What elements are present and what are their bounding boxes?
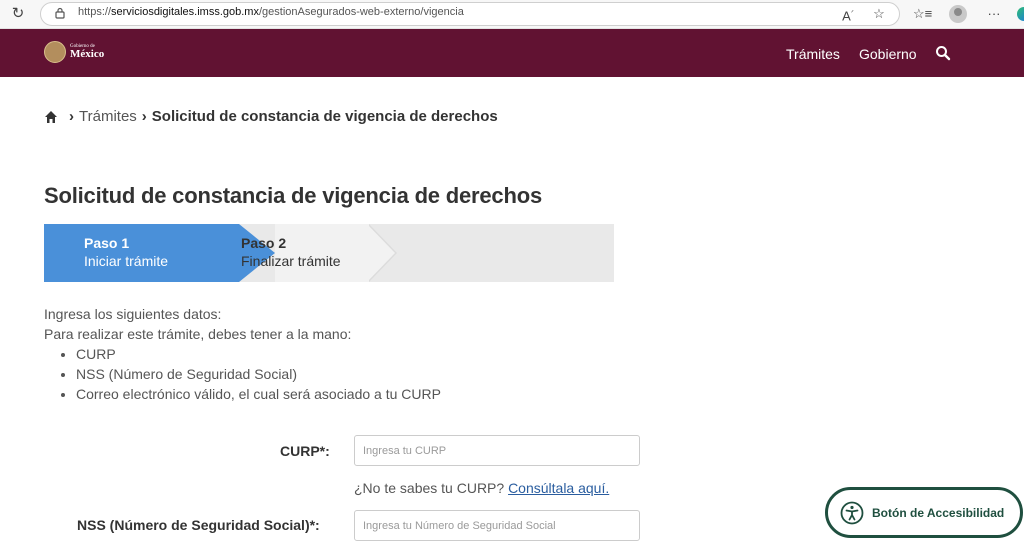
read-aloud-icon[interactable]: Aᐟ bbox=[839, 5, 857, 23]
favorites-list-icon[interactable]: ☆≡ bbox=[913, 5, 932, 23]
breadcrumb-current: Solicitud de constancia de vigencia de d… bbox=[151, 108, 498, 125]
curp-label: CURP*: bbox=[280, 443, 330, 459]
step-progress: Paso 1 Iniciar trámite Paso 2 Finalizar … bbox=[44, 224, 614, 282]
logo-big-text: México bbox=[70, 48, 105, 60]
accessibility-button-label: Botón de Accesibilidad bbox=[872, 505, 1005, 520]
edge-copilot-icon[interactable] bbox=[1017, 7, 1024, 21]
step-1-subtitle: Iniciar trámite bbox=[84, 253, 169, 269]
curp-input[interactable] bbox=[354, 435, 640, 466]
step-2: Paso 2 Finalizar trámite bbox=[241, 234, 341, 270]
reload-icon[interactable]: ↻ bbox=[9, 5, 27, 23]
home-icon[interactable] bbox=[44, 110, 58, 124]
step-2-title: Paso 2 bbox=[241, 235, 287, 251]
gobierno-mexico-logo[interactable]: Gobierno de México bbox=[44, 41, 104, 63]
step-1-title: Paso 1 bbox=[84, 235, 130, 251]
instructions-line-1: Ingresa los siguientes datos: bbox=[44, 306, 222, 322]
profile-avatar-icon[interactable] bbox=[949, 5, 967, 23]
list-item: NSS (Número de Seguridad Social) bbox=[76, 364, 441, 384]
step-2-arrow bbox=[367, 224, 395, 282]
requirements-list: CURP NSS (Número de Seguridad Social) Co… bbox=[76, 344, 441, 404]
favorite-star-icon[interactable]: ☆ bbox=[870, 5, 888, 23]
instructions: Ingresa los siguientes datos: Para reali… bbox=[44, 304, 441, 404]
nav-tramites[interactable]: Trámites bbox=[786, 46, 840, 62]
list-item: CURP bbox=[76, 344, 441, 364]
curp-hint-text: ¿No te sabes tu CURP? bbox=[354, 480, 505, 496]
nav-gobierno[interactable]: Gobierno bbox=[859, 46, 917, 62]
lock-icon bbox=[55, 7, 65, 19]
accessibility-button[interactable]: Botón de Accesibilidad bbox=[825, 487, 1023, 538]
curp-hint: ¿No te sabes tu CURP? Consúltala aquí. bbox=[354, 480, 609, 496]
gov-header: Gobierno de México Trámites Gobierno bbox=[0, 29, 1024, 77]
step-1: Paso 1 Iniciar trámite bbox=[84, 234, 168, 270]
breadcrumb: › Trámites › Solicitud de constancia de … bbox=[44, 108, 498, 125]
breadcrumb-tramites[interactable]: Trámites bbox=[79, 108, 137, 125]
breadcrumb-separator: › bbox=[141, 108, 147, 125]
nss-input[interactable] bbox=[354, 510, 640, 541]
more-options-icon[interactable]: ··· bbox=[985, 5, 1003, 23]
instructions-line-2: Para realizar este trámite, debes tener … bbox=[44, 326, 352, 342]
list-item: Correo electrónico válido, el cual será … bbox=[76, 384, 441, 404]
breadcrumb-separator: › bbox=[69, 108, 74, 125]
step-2-subtitle: Finalizar trámite bbox=[241, 253, 341, 269]
search-icon[interactable] bbox=[935, 45, 951, 61]
browser-toolbar: ↻ https://serviciosdigitales.imss.gob.mx… bbox=[0, 0, 1024, 29]
mexico-seal-icon bbox=[44, 41, 66, 63]
page-title: Solicitud de constancia de vigencia de d… bbox=[44, 183, 542, 208]
curp-lookup-link[interactable]: Consúltala aquí. bbox=[508, 480, 609, 496]
accessibility-icon bbox=[840, 501, 864, 524]
nss-label: NSS (Número de Seguridad Social)*: bbox=[77, 517, 320, 533]
url-text: https://serviciosdigitales.imss.gob.mx/g… bbox=[78, 6, 464, 18]
